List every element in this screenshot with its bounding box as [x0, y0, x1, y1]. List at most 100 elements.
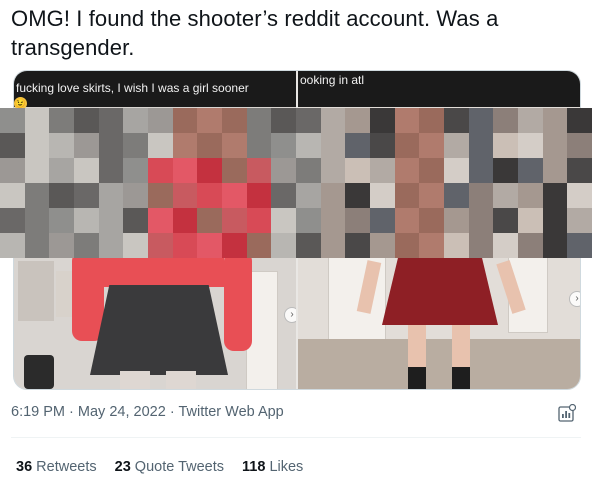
mosaic-tile — [221, 233, 247, 258]
mosaic-tile — [24, 183, 50, 208]
mosaic-tile — [49, 108, 74, 133]
mosaic-tile — [567, 233, 592, 258]
mosaic-tile — [123, 233, 148, 258]
tweet-source[interactable]: Twitter Web App — [178, 404, 283, 420]
mosaic-tile — [271, 158, 296, 183]
mosaic-tile — [147, 208, 173, 233]
mosaic-tile — [295, 183, 321, 208]
mosaic-tile — [517, 158, 543, 183]
mosaic-tile — [468, 183, 494, 208]
mosaic-tile — [295, 133, 321, 158]
arm — [224, 251, 252, 351]
mosaic-tile — [295, 158, 321, 183]
mosaic-tile — [493, 158, 518, 183]
mosaic-tile — [172, 108, 198, 133]
sock — [408, 367, 426, 389]
likes-stat[interactable]: 118 Likes — [242, 459, 303, 475]
mosaic-tile — [493, 133, 518, 158]
tweet-text: OMG! I found the shooter’s reddit accoun… — [11, 6, 499, 60]
skirt — [382, 247, 498, 325]
mosaic-tile — [147, 158, 173, 183]
mosaic-tile — [123, 133, 148, 158]
mosaic-tile — [369, 133, 395, 158]
tweet-time[interactable]: 6:19 PM — [11, 404, 65, 420]
mosaic-tile — [221, 183, 247, 208]
mosaic-tile — [0, 108, 25, 133]
mosaic-tile — [271, 108, 296, 133]
mosaic-tile — [197, 108, 222, 133]
retweets-stat[interactable]: 36 Retweets — [16, 459, 97, 475]
mosaic-tile — [49, 233, 74, 258]
mosaic-tile — [419, 133, 444, 158]
mosaic-tile — [246, 108, 272, 133]
mosaic-tile — [320, 133, 346, 158]
chevron-right-icon[interactable]: › — [569, 291, 580, 307]
mosaic-tile — [172, 208, 198, 233]
mosaic-tile — [394, 133, 420, 158]
mosaic-tile — [468, 208, 494, 233]
mosaic-tile — [197, 208, 222, 233]
mosaic-tile — [345, 208, 370, 233]
mosaic-tile — [542, 208, 568, 233]
mosaic-tile — [443, 183, 469, 208]
mosaic-tile — [98, 183, 124, 208]
mosaic-tile — [123, 183, 148, 208]
mosaic-tile — [345, 108, 370, 133]
mosaic-tile — [567, 133, 592, 158]
mosaic-tile — [221, 133, 247, 158]
mosaic-tile — [271, 183, 296, 208]
chevron-right-icon[interactable]: › — [284, 307, 296, 323]
leg — [120, 371, 150, 389]
mosaic-tile — [172, 183, 198, 208]
tweet-date[interactable]: May 24, 2022 — [78, 404, 166, 420]
mosaic-tile — [246, 208, 272, 233]
mosaic-tile — [73, 133, 99, 158]
wall-poster — [18, 261, 54, 321]
mosaic-tile — [24, 233, 50, 258]
mosaic-tile — [394, 108, 420, 133]
mosaic-tile — [271, 208, 296, 233]
mosaic-tile — [295, 208, 321, 233]
tweet-stats: 36 Retweets 23 Quote Tweets 118 Likes — [16, 459, 303, 475]
mosaic-tile — [172, 233, 198, 258]
mosaic-tile — [24, 158, 50, 183]
mosaic-tile — [567, 183, 592, 208]
mosaic-tile — [394, 208, 420, 233]
caption-left: fucking love skirts, I wish I was a girl… — [16, 81, 249, 95]
skirt — [90, 285, 228, 375]
mosaic-tile — [394, 233, 420, 258]
mosaic-tile — [0, 183, 25, 208]
mosaic-tile — [369, 208, 395, 233]
mosaic-tile — [221, 158, 247, 183]
mosaic-tile — [172, 158, 198, 183]
analytics-icon[interactable] — [558, 404, 576, 422]
mosaic-tile — [320, 158, 346, 183]
mosaic-tile — [0, 208, 25, 233]
mosaic-tile — [419, 233, 444, 258]
mosaic-tile — [147, 183, 173, 208]
mosaic-tile — [567, 208, 592, 233]
mosaic-tile — [98, 208, 124, 233]
mosaic-tile — [419, 108, 444, 133]
mosaic-tile — [246, 158, 272, 183]
mosaic-tile — [369, 233, 395, 258]
mosaic-tile — [345, 183, 370, 208]
mosaic-tile — [0, 133, 25, 158]
mosaic-tile — [443, 133, 469, 158]
mosaic-tile — [147, 233, 173, 258]
mosaic-tile — [419, 208, 444, 233]
mosaic-tile — [493, 233, 518, 258]
mosaic-tile — [73, 183, 99, 208]
mosaic-tile — [345, 158, 370, 183]
mosaic-tile — [394, 183, 420, 208]
mosaic-tile — [24, 133, 50, 158]
divider — [11, 437, 581, 438]
mosaic-tile — [443, 158, 469, 183]
chair — [24, 355, 54, 389]
mosaic-tile — [49, 208, 74, 233]
mosaic-tile — [345, 233, 370, 258]
mosaic-tile — [517, 108, 543, 133]
quote-tweets-stat[interactable]: 23 Quote Tweets — [115, 459, 224, 475]
mosaic-tile — [73, 233, 99, 258]
mosaic-tile — [147, 108, 173, 133]
